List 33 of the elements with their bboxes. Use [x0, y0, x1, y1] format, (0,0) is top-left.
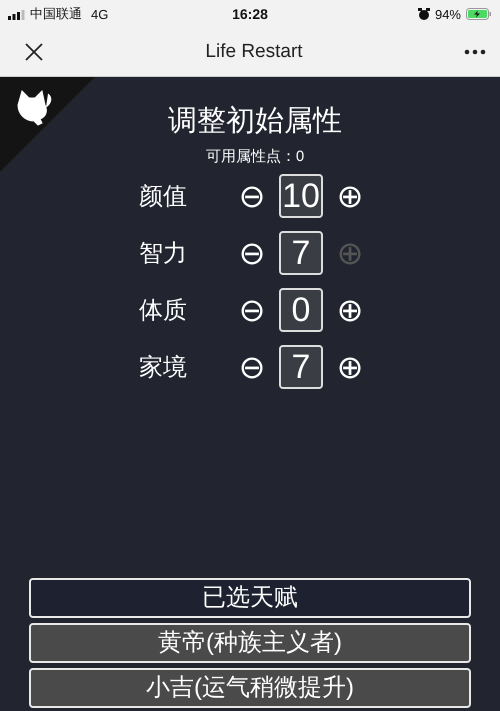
panel-title: 调整初始属性 — [168, 104, 342, 139]
attribute-label: 颜值 — [139, 182, 188, 212]
talent-item[interactable]: 小吉(运气稍微提升) — [29, 668, 471, 708]
talent-item[interactable]: 黄帝(种族主义者) — [29, 623, 471, 663]
increase-button[interactable]: ⊕ — [335, 294, 365, 326]
decrease-button[interactable]: ⊖ — [237, 237, 267, 269]
signal-icon — [8, 8, 25, 20]
attribute-value: 10 — [279, 174, 323, 218]
attribute-label: 体质 — [139, 296, 188, 326]
close-button[interactable] — [24, 42, 44, 62]
attribute-value: 0 — [279, 288, 323, 332]
cat-corner-icon[interactable] — [0, 77, 95, 172]
battery-icon — [466, 8, 492, 20]
clock-time: 16:28 — [232, 6, 268, 22]
network-type: 4G — [91, 6, 108, 22]
attribute-value: 7 — [279, 231, 323, 275]
attribute-label: 智力 — [139, 239, 188, 269]
decrease-button[interactable]: ⊖ — [237, 180, 267, 212]
attribute-label: 家境 — [139, 353, 188, 383]
battery-percent: 94% — [434, 6, 461, 22]
page-title: Life Restart — [205, 41, 303, 63]
increase-button[interactable]: ⊕ — [335, 351, 365, 383]
close-icon — [24, 42, 44, 62]
decrease-button[interactable]: ⊖ — [237, 294, 267, 326]
attribute-value: 7 — [279, 345, 323, 389]
increase-button[interactable]: ⊕ — [335, 180, 365, 212]
more-button[interactable] — [464, 49, 486, 55]
carrier-name: 中国联通 — [30, 5, 82, 23]
alarm-icon — [418, 8, 430, 20]
more-icon — [464, 49, 486, 55]
selected-talents-header: 已选天赋 — [29, 578, 471, 618]
decrease-button[interactable]: ⊖ — [237, 351, 267, 383]
available-points: 可用属性点：0 — [206, 147, 304, 166]
